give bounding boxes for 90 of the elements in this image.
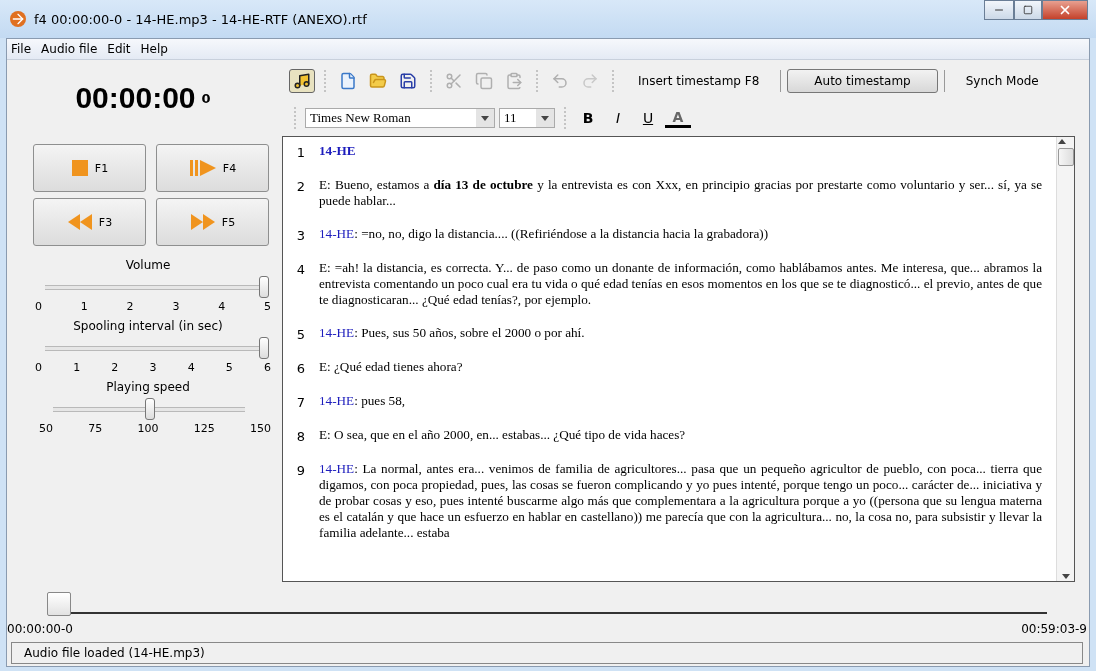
tick-label: 0 xyxy=(35,361,42,374)
slider-thumb[interactable] xyxy=(259,337,269,359)
minimize-button[interactable] xyxy=(984,0,1014,20)
color-button[interactable]: A xyxy=(665,108,691,128)
tick-label: 2 xyxy=(126,300,134,313)
line-number: 4 xyxy=(295,261,307,279)
app-icon xyxy=(10,11,26,27)
tick-label: 50 xyxy=(39,422,53,435)
italic-button[interactable]: I xyxy=(605,107,631,129)
line-number: 6 xyxy=(295,360,307,376)
tick-label: 75 xyxy=(88,422,103,435)
music-folder-button[interactable] xyxy=(289,69,315,93)
close-icon xyxy=(1058,3,1072,17)
tick-label: 6 xyxy=(263,361,271,374)
line-number: 8 xyxy=(295,428,307,444)
menu-item[interactable]: Audio file xyxy=(41,42,98,56)
size-dropdown[interactable]: 11 xyxy=(499,108,555,128)
line-number: 3 xyxy=(295,227,307,243)
status-bar: Audio file loaded (14-HE.mp3) xyxy=(11,642,1083,664)
line-number: 1 xyxy=(295,144,307,160)
window-title: f4 00:00:00-0 - 14-HE.mp3 - 14-HE-RTF (ANEXO).rtf xyxy=(34,11,368,27)
menu-item[interactable]: Help xyxy=(140,42,168,56)
timer-tenths: 0 xyxy=(201,90,211,106)
scissors-icon xyxy=(445,72,463,90)
paste-icon xyxy=(505,72,523,90)
forward-button[interactable]: F5 xyxy=(156,198,269,246)
tick-label: 0 xyxy=(35,300,42,313)
save-icon xyxy=(399,72,417,90)
folder-icon xyxy=(369,72,387,90)
paragraph: 14-HE: Pues, sus 50 años, sobre el 2000 o por ahí. xyxy=(319,325,586,342)
copy-icon xyxy=(475,72,493,90)
paragraph: E: Bueno, estamos a día 13 de octubre y la entrevista es con Xxx, en principio gracias por prestarte como voluntario y ser... sí, ya se puede hablar... xyxy=(319,177,1043,209)
paragraph: 14-HE xyxy=(319,143,357,160)
caret-icon xyxy=(536,109,554,127)
tick-label: 4 xyxy=(218,300,226,313)
redo-icon xyxy=(581,72,599,90)
font-dropdown[interactable]: Times New Roman xyxy=(305,108,495,128)
stop-icon xyxy=(70,159,89,177)
fast-forward-icon xyxy=(189,213,216,231)
tick-label: 3 xyxy=(172,300,180,313)
underline-button[interactable]: U xyxy=(635,107,661,129)
toolbar-button[interactable]: Insert timestamp F8 xyxy=(623,69,775,93)
bold-button[interactable]: B xyxy=(575,107,601,129)
close-button[interactable] xyxy=(1042,0,1088,20)
text-editor[interactable] xyxy=(282,136,1075,582)
paragraph: 14-HE: pues 58, xyxy=(319,393,407,410)
caret-icon xyxy=(476,109,494,127)
play-button[interactable]: F4 xyxy=(156,144,269,192)
slider-thumb[interactable] xyxy=(259,276,269,298)
end-time: 00:59:03-9 xyxy=(1021,622,1087,636)
document-icon xyxy=(339,72,357,90)
slider-label: Spooling interval (in sec) xyxy=(72,319,224,333)
scrollbar[interactable] xyxy=(1056,137,1074,581)
paragraph: E: O sea, que en el año 2000, en... estabas... ¿Qué tipo de vida haces? xyxy=(319,427,687,444)
menu-item[interactable]: File xyxy=(11,42,32,56)
position-thumb[interactable] xyxy=(47,592,71,616)
rewind-button[interactable]: F3 xyxy=(33,198,146,246)
tick-label: 2 xyxy=(111,361,119,374)
slider-label: Playing speed xyxy=(105,380,191,394)
tick-label: 3 xyxy=(149,361,157,374)
start-time: 00:00:00-0 xyxy=(7,622,73,636)
tick-label: 100 xyxy=(137,422,159,435)
paragraph: E: ¿Qué edad tienes ahora? xyxy=(319,359,464,376)
paragraph: E: =ah! la distancia, es correcta. Y... de paso como un donante de información, como hablábamos antes. Me interesa, que... abramos la entrevista comentando un poco cual era tu vida o qué edad tenías en esos momentos en los que se te diagnosticó... el previo, antes de que te diagnosticaran... ¿Qué edad tenías?, por ejemplo. xyxy=(319,260,1043,308)
tick-label: 1 xyxy=(73,361,81,374)
line-number: 5 xyxy=(295,326,307,342)
menu-item[interactable]: Edit xyxy=(107,42,131,56)
tick-label: 5 xyxy=(264,300,271,313)
rewind-icon xyxy=(66,213,93,231)
line-number: 2 xyxy=(295,178,307,196)
play-icon xyxy=(188,159,217,177)
undo-icon xyxy=(551,72,569,90)
line-number: 9 xyxy=(295,462,307,480)
tick-label: 5 xyxy=(225,361,233,374)
toolbar-button[interactable]: Auto timestamp xyxy=(787,69,938,93)
tick-label: 4 xyxy=(187,361,195,374)
paragraph: 14-HE: =no, no, digo la distancia.... ((Refiriéndose a la distancia hacia la grabadora)) xyxy=(319,226,770,243)
slider-thumb[interactable] xyxy=(145,398,155,420)
maximize-button[interactable] xyxy=(1014,0,1042,20)
paragraph: 14-HE: La normal, antes era... venimos de familia de agricultores... pasa que un pequeño agricultor de pueblo, con poca... tierra que digamos, con poca propiedad, pues, las cosas se fueron complicando y yo pues intenté, porque tengo un poco... carácter de... iniciativa y de probar cosas y eso, pues intenté buscarme algo más que complementara a la agricultura porque a yo ((persona que su lengua materna es el catalán y que hace un esfuerzo en hablar en castellano)) me parecía que con la agricultura... no, la cosa no, para subsistir y llevar la familia adelante... estaba xyxy=(319,461,1043,541)
toolbar-button[interactable]: Synch Mode xyxy=(950,69,1054,93)
tick-label: 125 xyxy=(193,422,215,435)
timer-display: 00:00:00 xyxy=(75,81,196,115)
music-folder-icon xyxy=(293,72,311,90)
tick-label: 150 xyxy=(250,422,271,435)
maximize-icon xyxy=(1023,5,1033,15)
tick-label: 1 xyxy=(80,300,88,313)
slider-label: Volume xyxy=(124,258,172,272)
line-number: 7 xyxy=(295,394,307,410)
stop-button[interactable]: F1 xyxy=(33,144,146,192)
